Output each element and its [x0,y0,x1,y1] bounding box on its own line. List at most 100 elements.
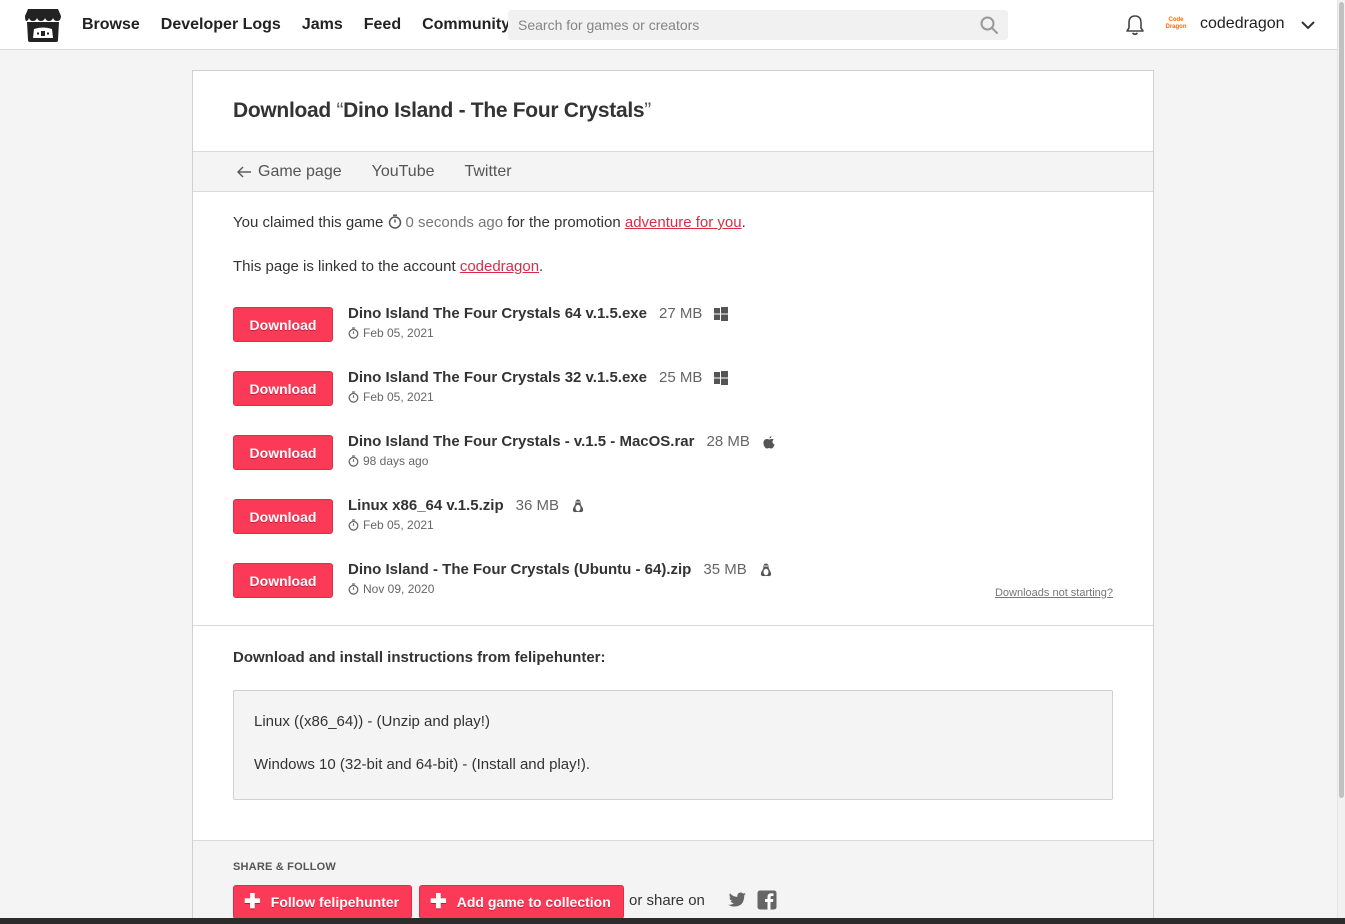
plus-icon: ✚ [430,891,447,913]
subnav-youtube[interactable]: YouTube [372,163,435,181]
file-size: 28 MB [706,433,750,450]
file-date-text: Feb 05, 2021 [363,518,434,532]
nav-jams[interactable]: Jams [302,16,343,34]
file-name: Dino Island The Four Crystals - v.1.5 - … [348,433,695,450]
instructions-box: Linux ((x86_64)) - (Unzip and play!) Win… [233,690,1113,800]
download-button[interactable]: Download [233,371,333,406]
claim-time: 0 seconds ago [405,214,504,231]
search-input[interactable] [508,10,1008,40]
subnav-game-page[interactable]: Game page [237,163,342,181]
stopwatch-icon [348,455,359,467]
downloads-not-starting-link[interactable]: Downloads not starting? [995,587,1113,599]
file-size: 35 MB [703,561,747,578]
file-date-text: Feb 05, 2021 [363,390,434,404]
file-name: Dino Island The Four Crystals 32 v.1.5.e… [348,369,647,386]
download-row: Download Linux x86_64 v.1.5.zip 36 MB Fe… [233,493,1113,534]
share-follow-section: SHARE & FOLLOW ✚ Follow felipehunter ✚ A… [193,840,1153,924]
file-name-line: Dino Island The Four Crystals 64 v.1.5.e… [348,305,729,322]
chevron-down-icon[interactable] [1300,17,1316,33]
file-date: Nov 09, 2020 [348,582,434,596]
game-subnav: Game page YouTube Twitter [193,151,1153,192]
add-to-collection-button[interactable]: ✚ Add game to collection [419,885,624,919]
file-name-line: Linux x86_64 v.1.5.zip 36 MB [348,497,585,514]
instruction-line: Linux ((x86_64)) - (Unzip and play!) [254,713,490,730]
instruction-line: Windows 10 (32-bit and 64-bit) - (Instal… [254,756,590,773]
section-divider [193,625,1153,626]
title-game: Dino Island - The Four Crystals [343,99,645,122]
nav-community[interactable]: Community [422,16,510,34]
apple-icon [763,435,775,448]
file-date: Feb 05, 2021 [348,326,434,340]
search-box [508,10,1008,40]
facebook-icon[interactable] [757,890,777,910]
username[interactable]: codedragon [1200,15,1285,33]
download-card: Download “Dino Island - The Four Crystal… [192,70,1154,924]
stopwatch-icon [348,519,359,531]
file-name-line: Dino Island The Four Crystals 32 v.1.5.e… [348,369,729,386]
bottom-bar [0,918,1345,924]
nav-feed[interactable]: Feed [364,16,401,34]
stopwatch-icon [388,214,401,229]
title-close-quote: ” [644,99,651,122]
file-name-line: Dino Island The Four Crystals - v.1.5 - … [348,433,776,450]
file-date: Feb 05, 2021 [348,390,434,404]
file-name: Dino Island The Four Crystals 64 v.1.5.e… [348,305,647,322]
add-to-collection-label: Add game to collection [456,894,611,910]
nav-browse[interactable]: Browse [82,16,140,34]
windows-icon [714,370,729,385]
linked-account-message: This page is linked to the account coded… [233,258,543,275]
avatar-text-top: Code [1168,17,1184,23]
download-button[interactable]: Download [233,435,333,470]
share-on-text: or share on [629,892,705,909]
file-name-line: Dino Island - The Four Crystals (Ubuntu … [348,561,773,578]
avatar[interactable]: Code Dragon [1162,13,1190,35]
windows-icon [714,306,729,321]
file-name: Dino Island - The Four Crystals (Ubuntu … [348,561,692,578]
download-row: Download Dino Island The Four Crystals 3… [233,365,1113,406]
search-icon[interactable] [980,16,998,34]
twitter-icon[interactable] [727,890,747,910]
claim-middle: for the promotion [503,214,625,231]
claim-after: . [741,214,746,231]
file-size: 36 MB [515,497,559,514]
download-row: Download Dino Island The Four Crystals -… [233,429,1113,470]
file-name: Linux x86_64 v.1.5.zip [348,497,504,514]
title-prefix: Download [233,99,337,122]
top-bar: Browse Developer Logs Jams Feed Communit… [0,0,1337,50]
account-link[interactable]: codedragon [460,258,539,275]
download-button[interactable]: Download [233,563,333,598]
follow-button-label: Follow felipehunter [270,894,400,910]
promotion-link[interactable]: adventure for you [625,214,742,231]
linux-icon [760,563,771,576]
stopwatch-icon [348,391,359,403]
instructions-heading: Download and install instructions from f… [233,649,606,666]
bell-icon[interactable] [1125,14,1145,36]
download-button[interactable]: Download [233,307,333,342]
file-date: Feb 05, 2021 [348,518,434,532]
file-size: 27 MB [659,305,703,322]
plus-icon: ✚ [244,891,261,913]
scrollbar-thumb[interactable] [1339,2,1344,798]
download-button[interactable]: Download [233,499,333,534]
share-follow-label: SHARE & FOLLOW [233,861,337,873]
follow-button[interactable]: ✚ Follow felipehunter [233,885,413,919]
main-nav: Browse Developer Logs Jams Feed Communit… [82,0,531,50]
subnav-game-page-label: Game page [258,162,342,180]
file-date-text: 98 days ago [363,454,429,468]
nav-developer-logs[interactable]: Developer Logs [161,16,281,34]
file-date-text: Nov 09, 2020 [363,582,435,596]
file-size: 25 MB [659,369,703,386]
page-title: Download “Dino Island - The Four Crystal… [233,99,651,123]
file-date-text: Feb 05, 2021 [363,326,434,340]
avatar-text-bottom: Dragon [1165,24,1187,30]
subnav-twitter[interactable]: Twitter [464,163,511,181]
file-date: 98 days ago [348,454,428,468]
linux-icon [572,499,584,512]
linked-after: . [539,258,544,275]
stopwatch-icon [348,327,359,339]
itchio-logo-icon[interactable] [24,7,62,43]
scrollbar[interactable] [1337,0,1345,918]
linked-before: This page is linked to the account [233,258,460,275]
claim-before: You claimed this game [233,214,388,231]
arrow-left-icon [237,166,251,177]
